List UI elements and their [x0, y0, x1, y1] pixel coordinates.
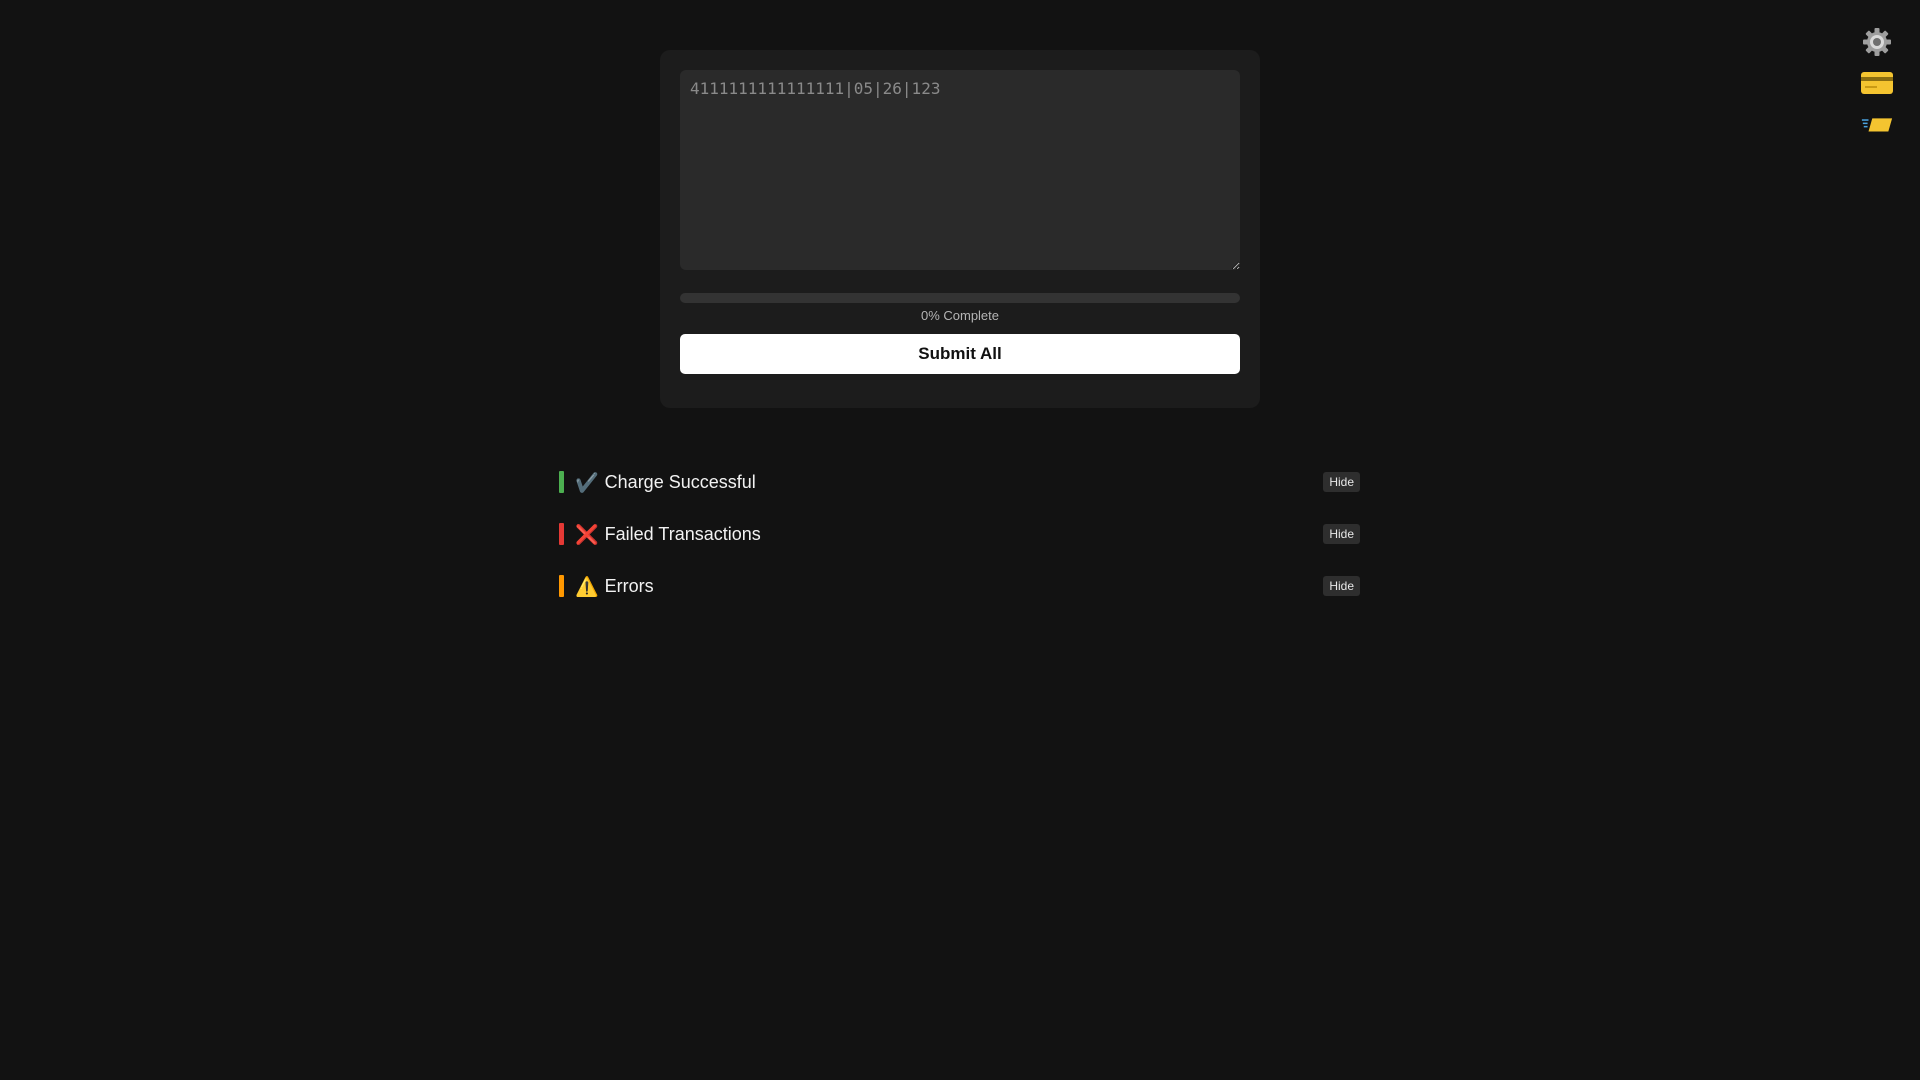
warning-icon: ⚠️ — [575, 575, 599, 598]
section-failed: ❌ Failed Transactions Hide — [559, 508, 1360, 560]
hide-success-button[interactable]: Hide — [1323, 472, 1360, 492]
cross-icon: ❌ — [575, 523, 599, 546]
side-toolbar — [1860, 26, 1894, 139]
section-title: ✔️ Charge Successful — [575, 471, 756, 494]
card-checker-panel: 0% Complete Submit All — [660, 50, 1260, 408]
section-label: Errors — [604, 575, 654, 596]
failed-indicator — [559, 523, 564, 545]
credit-card-icon[interactable] — [1860, 67, 1894, 98]
results-list: ✔️ Charge Successful Hide ❌ Failed Trans… — [559, 456, 1360, 612]
section-label: Charge Successful — [604, 471, 756, 492]
progress-bar — [680, 293, 1240, 303]
success-indicator — [559, 471, 564, 493]
errors-indicator — [559, 575, 564, 597]
section-success: ✔️ Charge Successful Hide — [559, 456, 1360, 508]
hide-failed-button[interactable]: Hide — [1323, 524, 1360, 544]
section-title: ⚠️ Errors — [575, 575, 654, 598]
cards-input[interactable] — [680, 70, 1240, 270]
gear-icon[interactable] — [1860, 26, 1894, 57]
section-label: Failed Transactions — [604, 523, 761, 544]
section-title: ❌ Failed Transactions — [575, 523, 761, 546]
section-errors: ⚠️ Errors Hide — [559, 560, 1360, 612]
progress-label: 0% Complete — [920, 308, 1000, 323]
hide-errors-button[interactable]: Hide — [1323, 576, 1360, 596]
fast-card-icon[interactable] — [1860, 108, 1894, 139]
submit-all-button[interactable]: Submit All — [680, 334, 1240, 374]
check-icon: ✔️ — [575, 471, 599, 494]
